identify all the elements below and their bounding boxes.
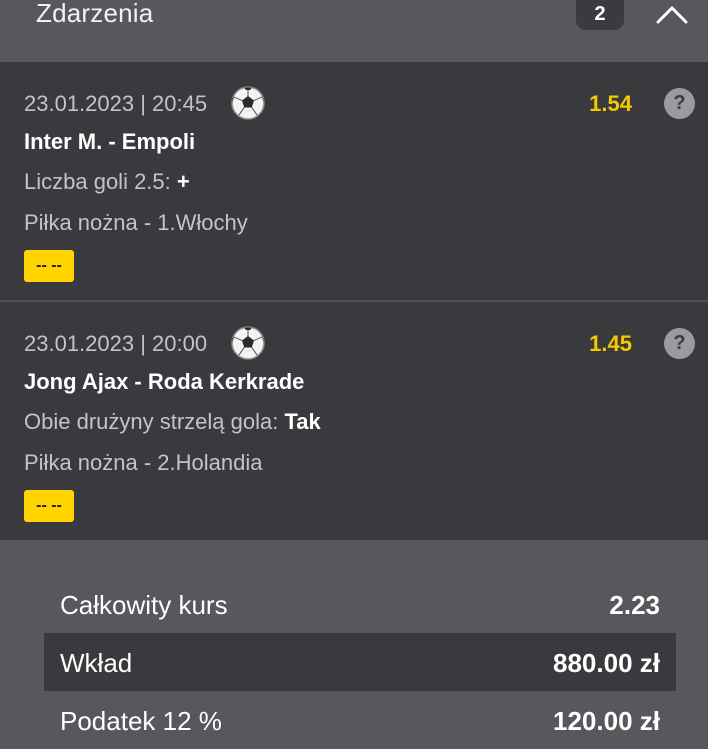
event-result-badge: -- -- bbox=[24, 250, 74, 282]
soccer-ball-icon bbox=[231, 86, 265, 120]
event-card: 23.01.2023 | 20:00 1.45 ? Jong Ajax - Ro… bbox=[0, 302, 708, 540]
market-pick: Tak bbox=[284, 409, 321, 434]
events-count-badge: 2 bbox=[576, 0, 624, 30]
event-league: Piłka nożna - 2.Holandia bbox=[24, 450, 263, 475]
help-icon[interactable]: ? bbox=[664, 88, 695, 119]
events-list: 23.01.2023 | 20:45 1.54 ? Inter M. - Emp… bbox=[0, 62, 708, 540]
event-datetime: 23.01.2023 | 20:00 bbox=[24, 331, 208, 356]
event-teams: Inter M. - Empoli bbox=[24, 129, 196, 154]
header-title: Zdarzenia bbox=[36, 0, 154, 28]
event-result-badge: -- -- bbox=[24, 490, 74, 522]
soccer-ball-icon bbox=[231, 326, 265, 360]
tax-value: 120.00 zł bbox=[553, 706, 660, 736]
stake-row: Wkład 880.00 zł bbox=[44, 633, 676, 691]
event-league: Piłka nożna - 1.Włochy bbox=[24, 210, 248, 235]
market-pick: + bbox=[176, 169, 190, 194]
tax-row: Podatek 12 % 120.00 zł bbox=[44, 691, 676, 749]
market-label: Obie drużyny strzelą gola: bbox=[24, 409, 279, 434]
stake-value: 880.00 zł bbox=[553, 648, 660, 678]
event-market: Obie drużyny strzelą gola: Tak bbox=[24, 409, 321, 435]
event-datetime: 23.01.2023 | 20:45 bbox=[24, 91, 208, 116]
total-odds-value: 2.23 bbox=[609, 590, 660, 620]
market-label: Liczba goli 2.5: bbox=[24, 169, 171, 194]
event-teams: Jong Ajax - Roda Kerkrade bbox=[24, 369, 305, 394]
total-odds-row: Całkowity kurs 2.23 bbox=[44, 575, 676, 633]
event-market: Liczba goli 2.5: + bbox=[24, 169, 190, 195]
events-header[interactable]: Zdarzenia 2 bbox=[0, 0, 708, 62]
tax-label: Podatek 12 % bbox=[60, 706, 222, 736]
event-odds: 1.54 bbox=[589, 91, 632, 116]
help-icon[interactable]: ? bbox=[664, 328, 695, 359]
stake-label: Wkład bbox=[60, 648, 133, 678]
bet-summary: Całkowity kurs 2.23 Wkład 880.00 zł Poda… bbox=[0, 540, 708, 736]
collapse-button[interactable] bbox=[652, 0, 692, 30]
chevron-up-icon bbox=[656, 6, 688, 24]
total-odds-label: Całkowity kurs bbox=[60, 590, 228, 620]
event-odds: 1.45 bbox=[589, 331, 632, 356]
event-card: 23.01.2023 | 20:45 1.54 ? Inter M. - Emp… bbox=[0, 62, 708, 302]
